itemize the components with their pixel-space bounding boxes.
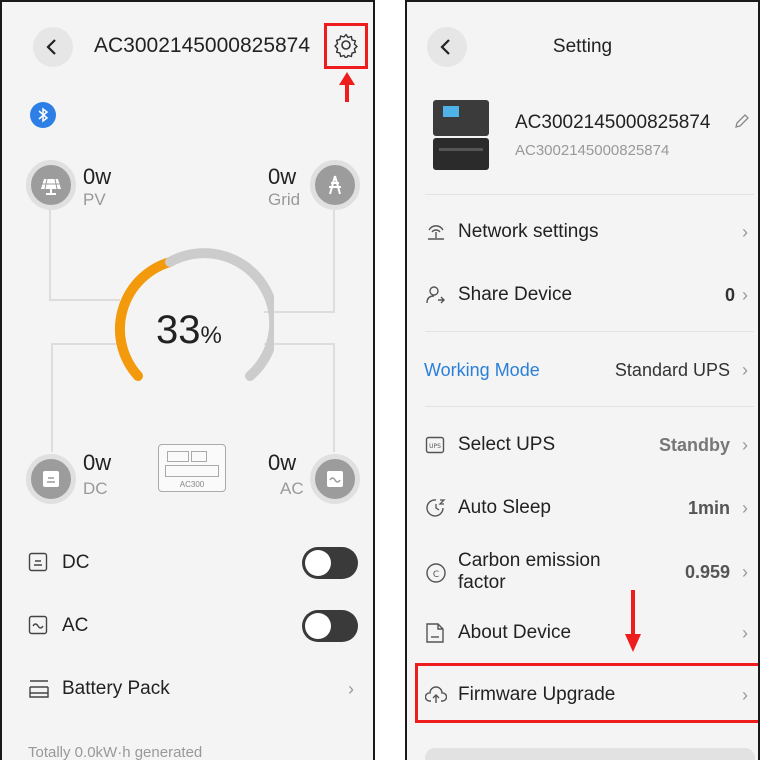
percent-sign: % [200,322,222,349]
power-tower-icon [329,175,341,195]
grid-label: Grid [268,190,301,209]
svg-text:C: C [433,570,439,580]
chevron-right-icon: › [742,285,748,305]
chevron-right-icon: › [348,679,354,699]
device-model-label: AC300 [179,480,205,489]
battery-percent-value: 33 [156,308,201,352]
ac-label: AC [280,479,304,498]
battery-pack-label: Battery Pack [62,678,170,699]
working-mode-label: Working Mode [424,360,540,380]
about-device-row[interactable]: About Device › [407,609,758,657]
edit-name-button[interactable] [733,112,751,135]
page-title: Setting [552,36,613,57]
ac-toggle[interactable] [302,610,358,642]
bottom-action-button[interactable] [425,748,755,760]
ac-value: 0w [268,450,297,475]
battery-percent-display: 33 % [156,308,222,353]
device-image [429,100,493,170]
device-name: AC3002145000825874 [515,112,711,133]
select-ups-row[interactable]: UPS Select UPS Standby › [407,421,758,469]
chevron-right-icon: › [742,562,748,582]
dc-toggle[interactable] [302,547,358,579]
chevron-right-icon: › [742,360,748,380]
divider [425,331,754,332]
ups-icon: UPS [425,436,445,454]
battery-pack-row[interactable]: Battery Pack › [2,666,373,712]
dc-node [26,454,76,504]
select-ups-label: Select UPS [458,434,556,455]
auto-sleep-row[interactable]: Auto Sleep 1min › [407,484,758,532]
dc-outlet-row-icon [28,552,48,577]
divider [425,194,754,195]
document-icon [426,623,444,643]
carbon-emission-value: 0.959 [684,562,730,582]
carbon-emission-label-line1: Carbon emission [458,550,601,571]
ac-toggle-label: AC [62,615,89,636]
carbon-emission-label-line2: factor [458,572,506,593]
chevron-right-icon: › [742,623,748,643]
dc-value: 0w [83,450,112,475]
network-settings-row[interactable]: Network settings › [407,208,758,256]
grid-value: 0w [268,164,297,189]
auto-sleep-label: Auto Sleep [458,497,551,518]
working-mode-value: Standard UPS [614,360,730,380]
svg-text:UPS: UPS [429,443,441,450]
sleep-timer-icon [426,499,446,517]
pv-value: 0w [83,164,112,189]
chevron-right-icon: › [742,498,748,518]
ac-outlet-row-icon [28,615,48,640]
share-count: 0 [725,285,736,305]
dc-toggle-label: DC [62,552,90,573]
device-serial: AC3002145000825874 [515,142,670,159]
pv-label: PV [83,190,106,209]
settings-panel: Setting AC3002145000825874 AC30021450008… [405,0,760,760]
share-device-row[interactable]: Share Device 0 › [407,271,758,319]
share-device-label: Share Device [458,284,573,305]
device-image: AC300 [158,444,226,492]
device-dashboard-panel: AC3002145000825874 0w PV 0w Grid 33 % 0w… [0,0,375,760]
network-settings-label: Network settings [458,221,599,242]
share-user-icon [426,286,445,304]
ac-node [310,454,360,504]
generation-summary: Totally 0.0kW·h generated [28,744,203,760]
chevron-right-icon: › [742,435,748,455]
about-device-label: About Device [458,622,572,643]
arrow-down-icon [625,590,641,652]
solar-panel-icon [41,178,61,195]
dc-label: DC [83,479,108,498]
carbon-emission-row[interactable]: C Carbon emission factor 0.959 › [407,546,758,598]
carbon-icon: C [426,563,446,583]
pencil-icon [735,114,749,128]
router-icon [428,225,444,240]
dc-outlet-icon [43,471,59,487]
carbon-emission-label: Carbon emission factor [458,550,601,594]
battery-pack-icon [29,680,49,698]
firmware-highlight-box [415,663,758,723]
chevron-right-icon: › [742,222,748,242]
working-mode-row[interactable]: Working Mode Standard UPS › [407,346,758,394]
divider [425,406,754,407]
select-ups-value: Standby [658,435,730,455]
auto-sleep-value: 1min [687,498,730,518]
pv-node [26,160,76,210]
ac-outlet-icon [327,471,343,487]
grid-node [310,160,360,210]
